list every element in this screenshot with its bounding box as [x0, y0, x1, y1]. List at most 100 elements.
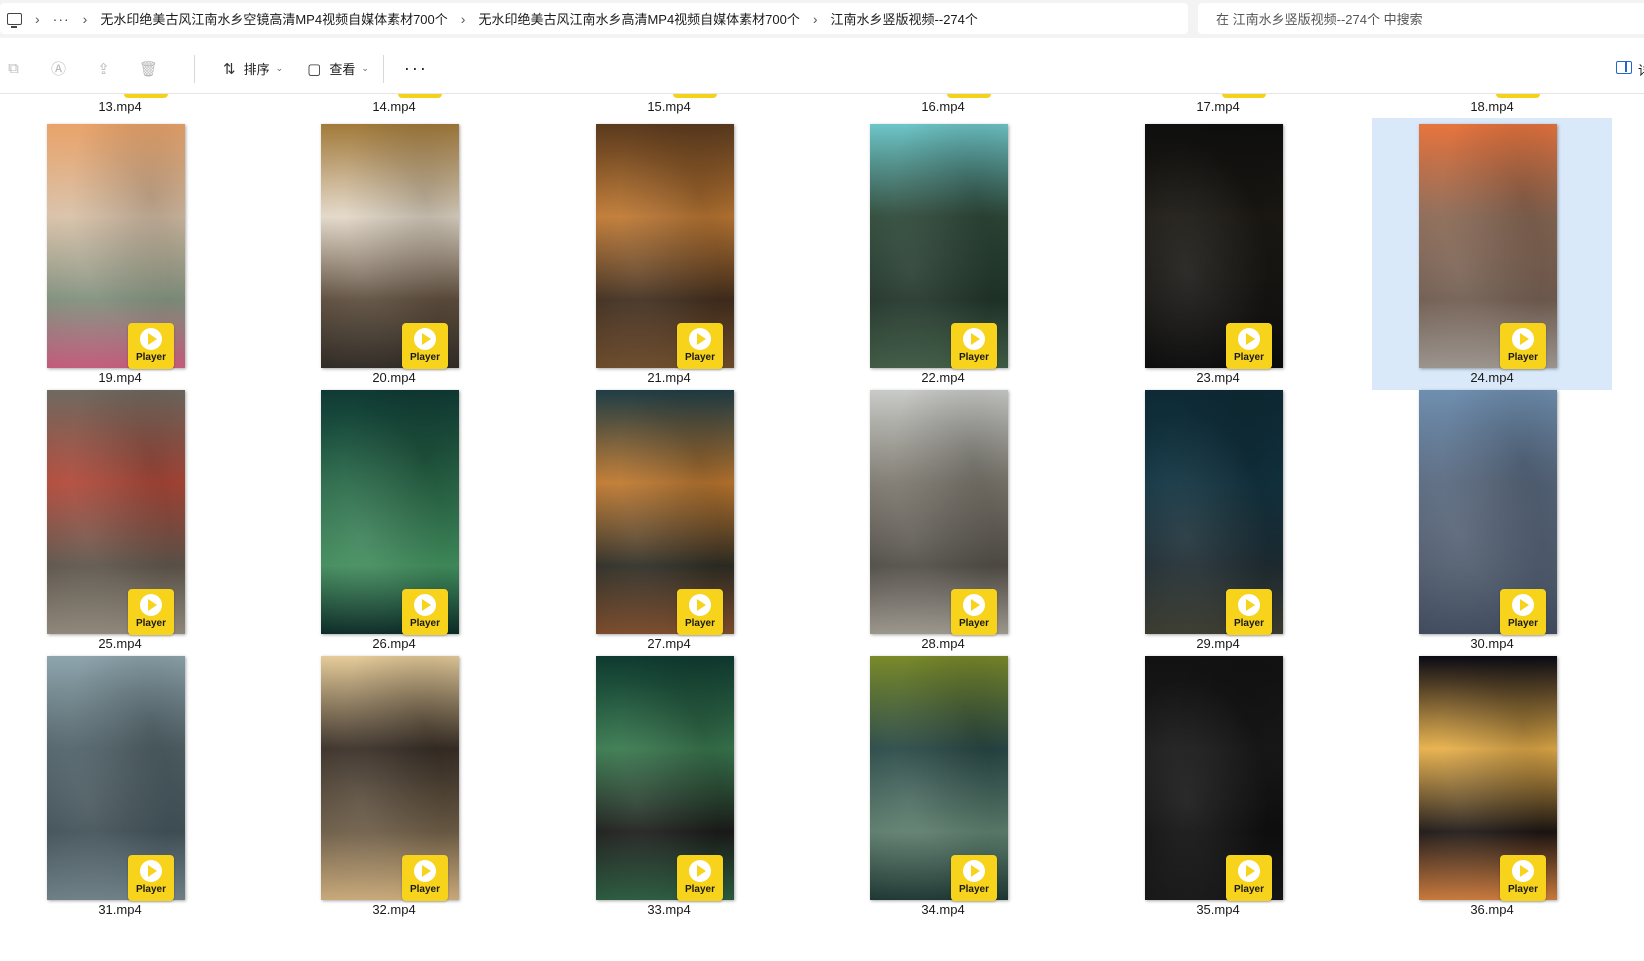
play-icon	[963, 594, 985, 616]
file-name[interactable]: 15.mp4	[549, 99, 789, 114]
play-icon	[963, 860, 985, 882]
play-icon	[1512, 594, 1534, 616]
file-name[interactable]: 28.mp4	[823, 636, 1063, 651]
play-icon	[140, 860, 162, 882]
details-pane-icon[interactable]	[1616, 61, 1632, 74]
view-label: 查看	[329, 62, 356, 77]
player-badge: Player	[402, 323, 448, 369]
copy-icon[interactable]: ⧉	[6, 60, 21, 77]
player-label: Player	[958, 884, 990, 895]
rename-icon[interactable]: Ⓐ	[51, 60, 66, 78]
file-name[interactable]: 19.mp4	[0, 370, 240, 385]
file-item[interactable]: Player 30.mp4	[1372, 384, 1612, 656]
command-bar: ⧉ Ⓐ ⇪ 🗑 ⇅ 排序 ⌄ ▢ 查看 ⌄ ··· 详	[0, 44, 1644, 94]
file-name[interactable]: 34.mp4	[823, 902, 1063, 917]
file-item[interactable]: Player 32.mp4	[274, 650, 514, 922]
file-item[interactable]: Player 33.mp4	[549, 650, 789, 922]
file-name[interactable]: 16.mp4	[823, 99, 1063, 114]
file-item[interactable]: Player 26.mp4	[274, 384, 514, 656]
player-label: Player	[409, 884, 441, 895]
play-icon	[140, 594, 162, 616]
file-name[interactable]: 21.mp4	[549, 370, 789, 385]
player-badge: Player	[128, 589, 174, 635]
player-label: Player	[684, 884, 716, 895]
details-label[interactable]: 详	[1638, 60, 1644, 79]
file-name[interactable]: 24.mp4	[1372, 370, 1612, 385]
play-icon	[963, 328, 985, 350]
file-item[interactable]: Player 28.mp4	[823, 384, 1063, 656]
file-item[interactable]: Player 35.mp4	[1098, 650, 1338, 922]
badge-stub	[124, 94, 168, 98]
file-grid: 13.mp4 14.mp4 15.mp4 16.mp4 17.mp4 18.mp4 Pla…	[0, 94, 1644, 961]
file-name[interactable]: 20.mp4	[274, 370, 514, 385]
toolbar-divider	[382, 54, 384, 83]
file-name[interactable]: 17.mp4	[1098, 99, 1338, 114]
badge-stub	[1496, 94, 1540, 98]
chevron-right-icon[interactable]: ›	[35, 11, 40, 27]
file-name[interactable]: 31.mp4	[0, 902, 240, 917]
chevron-down-icon: ⌄	[275, 63, 284, 73]
player-badge: Player	[1500, 855, 1546, 901]
chevron-right-icon[interactable]: ›	[813, 11, 818, 27]
player-label: Player	[958, 618, 990, 629]
player-badge: Player	[128, 323, 174, 369]
badge-stub	[947, 94, 991, 98]
share-icon[interactable]: ⇪	[96, 60, 111, 78]
player-label: Player	[1233, 352, 1265, 363]
file-item[interactable]: Player 22.mp4	[823, 118, 1063, 390]
view-icon: ▢	[307, 60, 322, 78]
breadcrumb-overflow[interactable]: ···	[53, 11, 70, 27]
chevron-right-icon[interactable]: ›	[461, 11, 466, 27]
file-item[interactable]: Player 23.mp4	[1098, 118, 1338, 390]
file-name[interactable]: 35.mp4	[1098, 902, 1338, 917]
breadcrumb-item-1[interactable]: 无水印绝美古风江南水乡空镜高清MP4视频自媒体素材700个	[100, 9, 447, 28]
file-name[interactable]: 29.mp4	[1098, 636, 1338, 651]
file-name[interactable]: 23.mp4	[1098, 370, 1338, 385]
file-item[interactable]: Player 36.mp4	[1372, 650, 1612, 922]
search-placeholder: 在 江南水乡竖版视频--274个 中搜索	[1216, 12, 1423, 27]
view-button[interactable]: ▢ 查看 ⌄	[307, 59, 369, 78]
computer-icon[interactable]	[7, 12, 22, 28]
file-name[interactable]: 18.mp4	[1372, 99, 1612, 114]
sort-button[interactable]: ⇅ 排序 ⌄	[223, 59, 283, 78]
player-label: Player	[135, 618, 167, 629]
player-label: Player	[1233, 618, 1265, 629]
address-bar[interactable]: › ··· › 无水印绝美古风江南水乡空镜高清MP4视频自媒体素材700个 › …	[0, 3, 1188, 34]
file-name[interactable]: 36.mp4	[1372, 902, 1612, 917]
file-item[interactable]: Player 20.mp4	[274, 118, 514, 390]
player-badge: Player	[951, 855, 997, 901]
file-name[interactable]: 13.mp4	[0, 99, 240, 114]
file-item[interactable]: Player 27.mp4	[549, 384, 789, 656]
file-item[interactable]: Player 34.mp4	[823, 650, 1063, 922]
sort-label: 排序	[243, 62, 270, 77]
play-icon	[1238, 860, 1260, 882]
more-options-button[interactable]: ···	[404, 58, 428, 79]
file-name[interactable]: 26.mp4	[274, 636, 514, 651]
file-item[interactable]: Player 24.mp4	[1372, 118, 1612, 390]
breadcrumb-item-2[interactable]: 无水印绝美古风江南水乡高清MP4视频自媒体素材700个	[478, 9, 799, 28]
file-name[interactable]: 32.mp4	[274, 902, 514, 917]
file-item[interactable]: Player 29.mp4	[1098, 384, 1338, 656]
file-name[interactable]: 27.mp4	[549, 636, 789, 651]
search-input[interactable]: 在 江南水乡竖版视频--274个 中搜索	[1198, 3, 1644, 34]
file-name[interactable]: 25.mp4	[0, 636, 240, 651]
player-badge: Player	[128, 855, 174, 901]
player-badge: Player	[402, 589, 448, 635]
delete-icon[interactable]: 🗑	[139, 60, 158, 78]
chevron-right-icon[interactable]: ›	[83, 11, 88, 27]
file-name[interactable]: 33.mp4	[549, 902, 789, 917]
player-label: Player	[958, 352, 990, 363]
file-name[interactable]: 14.mp4	[274, 99, 514, 114]
play-icon	[689, 328, 711, 350]
badge-stub	[673, 94, 717, 98]
play-icon	[414, 860, 436, 882]
player-badge: Player	[951, 589, 997, 635]
file-name[interactable]: 22.mp4	[823, 370, 1063, 385]
file-item[interactable]: Player 25.mp4	[0, 384, 240, 656]
file-name[interactable]: 30.mp4	[1372, 636, 1612, 651]
breadcrumb-item-3[interactable]: 江南水乡竖版视频--274个	[831, 9, 978, 28]
play-icon	[1238, 594, 1260, 616]
file-item[interactable]: Player 19.mp4	[0, 118, 240, 390]
file-item[interactable]: Player 21.mp4	[549, 118, 789, 390]
file-item[interactable]: Player 31.mp4	[0, 650, 240, 922]
